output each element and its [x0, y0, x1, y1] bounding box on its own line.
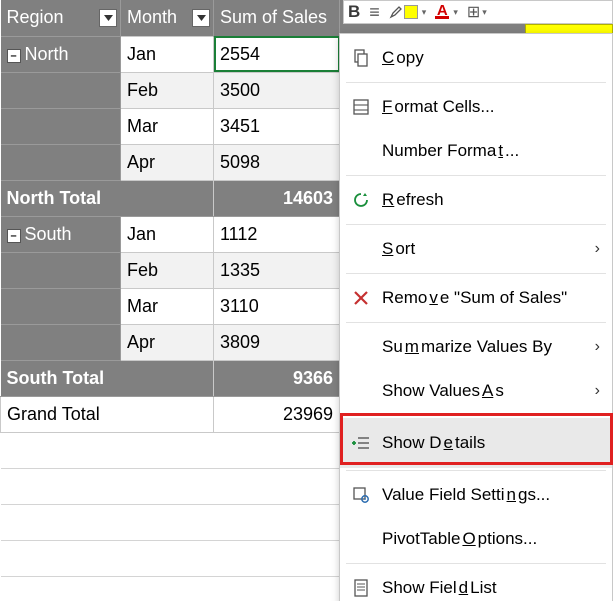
menu-separator: [346, 82, 606, 83]
header-month-label: Month: [127, 7, 177, 27]
menu-pivottable-options[interactable]: PivotTable Options...: [340, 517, 612, 561]
menu-separator: [346, 563, 606, 564]
menu-remove[interactable]: Remove "Sum of Sales": [340, 276, 612, 320]
region-south-cell[interactable]: South: [1, 216, 121, 252]
menu-separator: [346, 175, 606, 176]
north-total-label: North Total: [1, 180, 214, 216]
chevron-down-icon[interactable]: ▾: [422, 7, 427, 18]
region-blank[interactable]: [1, 108, 121, 144]
bold-button[interactable]: B: [348, 2, 360, 22]
remove-icon: [340, 290, 382, 306]
filter-dropdown-icon[interactable]: [192, 9, 210, 27]
menu-show-values-as-label: Show Values As: [382, 381, 584, 401]
grand-total-value: 23969: [214, 396, 340, 432]
chevron-right-icon: ›: [584, 240, 600, 258]
south-apr-month[interactable]: Apr: [121, 324, 214, 360]
menu-separator: [346, 470, 606, 471]
header-region[interactable]: Region: [1, 0, 121, 36]
menu-copy-label: Copy: [382, 48, 600, 68]
field-list-icon: [340, 579, 382, 597]
menu-sort-label: Sort: [382, 239, 584, 259]
highlight-color-swatch: [404, 5, 418, 19]
font-color-button[interactable]: A: [435, 5, 449, 19]
grand-total-label: Grand Total: [1, 396, 214, 432]
copy-icon: [340, 49, 382, 67]
north-jan-value[interactable]: 2554: [214, 36, 340, 72]
region-blank[interactable]: [1, 324, 121, 360]
menu-value-field-settings-label: Value Field Settings...: [382, 485, 600, 505]
region-north-label: North: [25, 44, 69, 64]
menu-number-format-label: Number Format...: [382, 141, 600, 161]
menu-separator: [346, 322, 606, 323]
menu-show-field-list[interactable]: Show Field List: [340, 566, 612, 601]
collapse-icon[interactable]: [7, 49, 21, 63]
menu-show-values-as[interactable]: Show Values As ›: [340, 369, 612, 413]
menu-separator: [346, 415, 606, 416]
menu-refresh-label: Refresh: [382, 190, 600, 210]
value-field-settings-icon: [340, 486, 382, 504]
region-blank[interactable]: [1, 72, 121, 108]
chevron-down-icon[interactable]: ▾: [482, 7, 487, 18]
header-region-label: Region: [7, 7, 64, 27]
filter-dropdown-icon[interactable]: [99, 9, 117, 27]
mini-toolbar: B ≡ ▾ A ▾ ⊞ ▾: [343, 0, 613, 24]
menu-show-details[interactable]: Show Details: [340, 418, 612, 468]
menu-show-field-list-label: Show Field List: [382, 578, 600, 598]
north-apr-month[interactable]: Apr: [121, 144, 214, 180]
south-feb-value[interactable]: 1335: [214, 252, 340, 288]
header-sum-of-sales[interactable]: Sum of Sales: [214, 0, 340, 36]
borders-button[interactable]: ⊞: [467, 2, 478, 22]
north-apr-value[interactable]: 5098: [214, 144, 340, 180]
north-feb-value[interactable]: 3500: [214, 72, 340, 108]
header-month[interactable]: Month: [121, 0, 214, 36]
refresh-icon: [340, 191, 382, 209]
south-apr-value[interactable]: 3809: [214, 324, 340, 360]
menu-copy[interactable]: Copy: [340, 36, 612, 80]
region-blank[interactable]: [1, 144, 121, 180]
north-total-value: 14603: [214, 180, 340, 216]
south-mar-month[interactable]: Mar: [121, 288, 214, 324]
highlight-pen-icon: [389, 5, 403, 19]
menu-refresh[interactable]: Refresh: [340, 178, 612, 222]
chevron-right-icon: ›: [584, 338, 600, 356]
menu-pivottable-options-label: PivotTable Options...: [382, 529, 600, 549]
north-feb-month[interactable]: Feb: [121, 72, 214, 108]
region-north-cell[interactable]: North: [1, 36, 121, 72]
menu-summarize-label: Summarize Values By: [382, 337, 584, 357]
menu-format-cells[interactable]: Format Cells...: [340, 85, 612, 129]
south-mar-value[interactable]: 3110: [214, 288, 340, 324]
header-sum-of-sales-label: Sum of Sales: [220, 7, 327, 27]
align-button[interactable]: ≡: [369, 2, 380, 23]
show-details-icon: [340, 435, 382, 451]
north-mar-month[interactable]: Mar: [121, 108, 214, 144]
menu-sort[interactable]: Sort ›: [340, 227, 612, 271]
menu-format-cells-label: Format Cells...: [382, 97, 600, 117]
menu-show-details-label: Show Details: [382, 433, 600, 453]
collapse-icon[interactable]: [7, 229, 21, 243]
menu-summarize-values-by[interactable]: Summarize Values By ›: [340, 325, 612, 369]
south-jan-month[interactable]: Jan: [121, 216, 214, 252]
highlight-color-button[interactable]: [389, 5, 418, 19]
context-menu: Copy Format Cells... Number Format... Re…: [339, 33, 613, 601]
format-cells-icon: [340, 98, 382, 116]
south-feb-month[interactable]: Feb: [121, 252, 214, 288]
region-blank[interactable]: [1, 252, 121, 288]
south-jan-value[interactable]: 1112: [214, 216, 340, 252]
menu-remove-label: Remove "Sum of Sales": [382, 288, 600, 308]
south-total-value: 9366: [214, 360, 340, 396]
region-blank[interactable]: [1, 288, 121, 324]
menu-number-format[interactable]: Number Format...: [340, 129, 612, 173]
chevron-right-icon: ›: [584, 382, 600, 400]
region-south-label: South: [25, 224, 72, 244]
menu-separator: [346, 273, 606, 274]
chevron-down-icon[interactable]: ▾: [453, 7, 458, 18]
south-total-label: South Total: [1, 360, 214, 396]
north-jan-month[interactable]: Jan: [121, 36, 214, 72]
menu-separator: [346, 224, 606, 225]
north-mar-value[interactable]: 3451: [214, 108, 340, 144]
menu-value-field-settings[interactable]: Value Field Settings...: [340, 473, 612, 517]
